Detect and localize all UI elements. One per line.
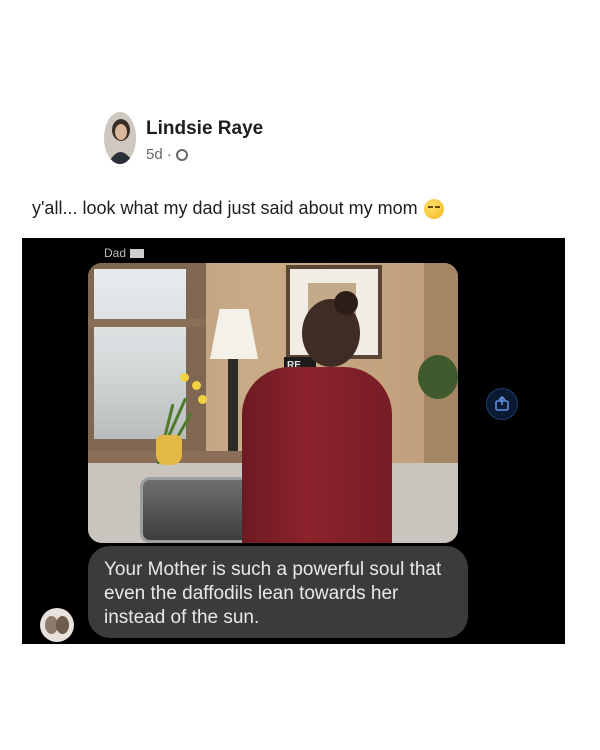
share-icon[interactable] bbox=[486, 388, 518, 420]
author-avatar[interactable] bbox=[104, 112, 136, 164]
photo-window-sash bbox=[88, 319, 206, 327]
caption-text: y'all... look what my dad just said abou… bbox=[32, 198, 418, 218]
photo-lamp-base bbox=[228, 359, 238, 451]
photo-window bbox=[88, 263, 206, 453]
facebook-post: Lindsie Raye 5d · y'all... look what my … bbox=[0, 0, 600, 750]
daffodil-bloom bbox=[198, 395, 207, 404]
photo-person-sweater bbox=[242, 367, 392, 543]
photo-window-glass bbox=[94, 269, 186, 439]
crying-laughing-emoji-icon bbox=[423, 198, 444, 219]
author-name[interactable]: Lindsie Raye bbox=[146, 118, 263, 140]
post-age[interactable]: 5d bbox=[146, 146, 163, 163]
post-caption: y'all... look what my dad just said abou… bbox=[32, 198, 444, 219]
daffodil-bloom bbox=[180, 373, 189, 382]
globe-icon bbox=[175, 148, 188, 161]
photo-plant bbox=[418, 355, 458, 399]
message-bubble: Your Mother is such a powerful soul that… bbox=[88, 546, 468, 638]
photo-vase bbox=[156, 435, 182, 465]
meta-separator: · bbox=[166, 146, 172, 163]
sender-avatar[interactable] bbox=[40, 608, 74, 642]
photo-person-hair-bun bbox=[334, 291, 358, 315]
sender-name: Dad bbox=[104, 246, 127, 260]
daffodil-bloom bbox=[192, 381, 201, 390]
post-meta: 5d · bbox=[146, 146, 188, 163]
sender-tag-icon bbox=[130, 248, 145, 258]
message-screenshot: Dad RE Your Mother is such a powerful so… bbox=[22, 238, 565, 644]
sender-label: Dad bbox=[104, 246, 145, 260]
kitchen-photo[interactable]: RE bbox=[88, 263, 458, 543]
